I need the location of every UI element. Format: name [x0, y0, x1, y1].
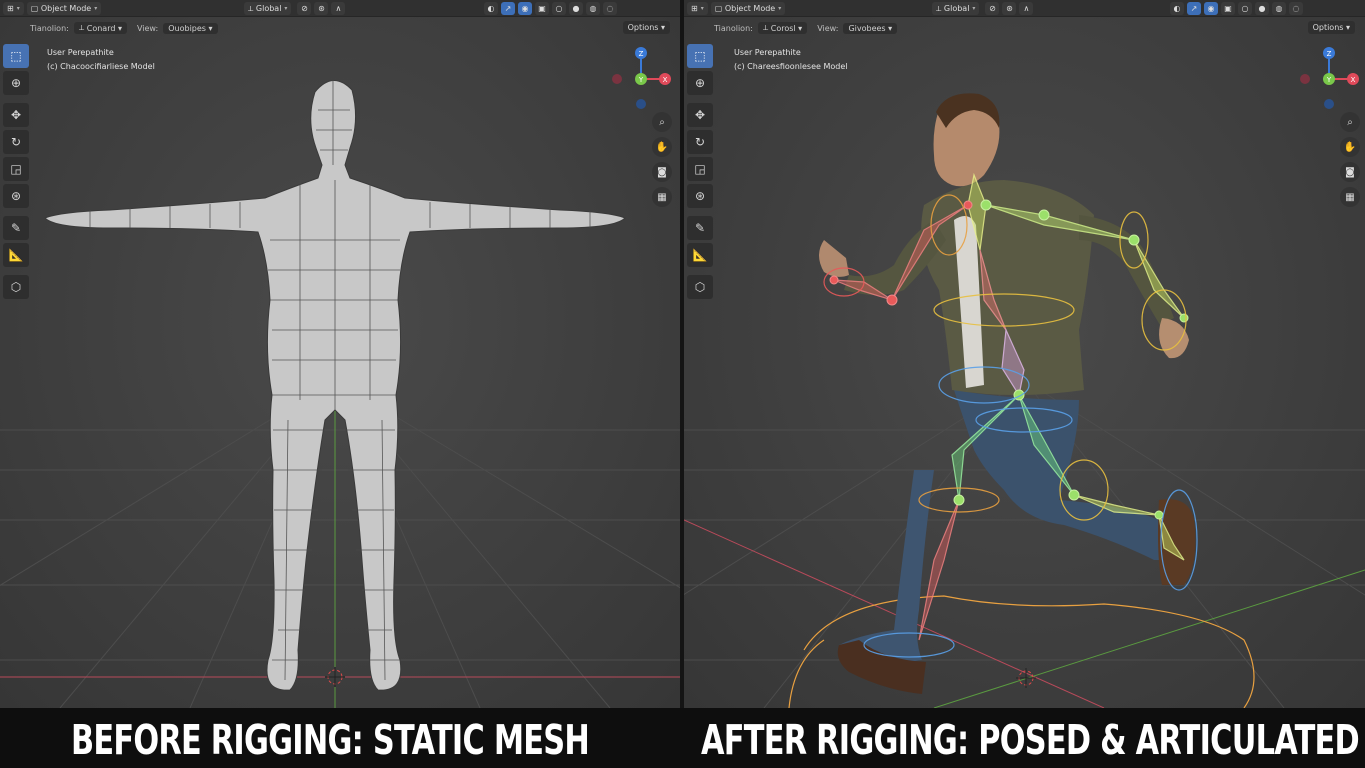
editor-type-icon: ⊞ — [691, 3, 698, 13]
mode-icon: ▢ — [30, 3, 39, 13]
pivot-icon[interactable]: ⊘ — [297, 2, 312, 15]
gizmo-x-label: X — [1351, 76, 1356, 84]
select-box-tool-icon[interactable]: ⬚ — [3, 44, 29, 68]
tool-settings-left: Tianolion: ⟂ Conard ▾ View: Ouobipes ▾ — [0, 18, 680, 38]
view-info-right: User Perepathite (c) Chareesfioonlesee M… — [734, 48, 848, 71]
toolbar-left: ⬚ ⊕ ✥ ↻ ◲ ⊛ ✎ 📐 ⬡ — [3, 44, 31, 302]
visibility-icon[interactable]: ◐ — [484, 2, 498, 15]
toolbar-right: ⬚ ⊕ ✥ ↻ ◲ ⊛ ✎ 📐 ⬡ — [687, 44, 715, 302]
measure-tool-icon[interactable]: 📐 — [3, 243, 29, 267]
gizmo-neg-z[interactable] — [636, 99, 646, 109]
zoom-icon[interactable]: ⌕ — [1340, 112, 1360, 132]
rotate-tool-icon[interactable]: ↻ — [3, 130, 29, 154]
camera-view-icon[interactable]: ◙ — [1340, 162, 1360, 182]
transform-tool-icon[interactable]: ⊛ — [687, 184, 713, 208]
view-field[interactable]: Givobees ▾ — [843, 22, 898, 34]
gizmo-neg-x[interactable] — [612, 74, 622, 84]
move-tool-icon[interactable]: ✥ — [687, 103, 713, 127]
navigation-gizmo-left[interactable]: Z X Y — [606, 44, 676, 114]
transform-orientation-select[interactable]: ⟂ Global ▾ — [244, 2, 292, 15]
gizmo-toggle-icon[interactable]: ↗ — [501, 2, 515, 15]
cursor-tool-icon[interactable]: ⊕ — [3, 71, 29, 95]
view-field[interactable]: Ouobipes ▾ — [163, 22, 218, 34]
caption-after: AFTER RIGGING: POSED & ARTICULATED — [701, 716, 1360, 764]
view-info-left: User Perepathite (c) Chacoocifiarliese M… — [47, 48, 155, 71]
proportional-edit-icon[interactable]: ∧ — [1019, 2, 1034, 15]
orientation-field[interactable]: ⟂ Corosl ▾ — [757, 22, 808, 34]
gizmo-neg-z[interactable] — [1324, 99, 1334, 109]
overlay-toggle-icon[interactable]: ◉ — [518, 2, 532, 15]
shading-rendered-icon[interactable]: ◌ — [1289, 2, 1303, 15]
viewport-left[interactable]: ⊞ ▾ ▢ Object Mode ▾ ⟂ Global ▾ ⊘ ⊛ ∧ ◐ ↗ ◉ … — [0, 0, 680, 708]
camera-view-icon[interactable]: ◙ — [652, 162, 672, 182]
gizmo-y-label: Y — [638, 76, 644, 84]
measure-tool-icon[interactable]: 📐 — [687, 243, 713, 267]
scene-right — [684, 93, 1365, 708]
shading-solid-icon[interactable]: ● — [569, 2, 583, 15]
transform-orientation-select[interactable]: ⟂ Global ▾ — [932, 2, 980, 15]
shading-solid-icon[interactable]: ● — [1255, 2, 1269, 15]
shading-wire-icon[interactable]: ○ — [1238, 2, 1252, 15]
gizmo-z-label: Z — [639, 50, 644, 58]
visibility-icon[interactable]: ◐ — [1170, 2, 1184, 15]
gizmo-x-label: X — [663, 76, 668, 84]
shading-material-icon[interactable]: ◍ — [1272, 2, 1286, 15]
zoom-icon[interactable]: ⌕ — [652, 112, 672, 132]
xray-icon[interactable]: ▣ — [535, 2, 549, 15]
orientation-field-icon: ⟂ — [78, 23, 85, 32]
mode-icon: ▢ — [714, 3, 723, 13]
navigation-buttons-left: ⌕ ✋ ◙ ▦ — [652, 112, 672, 212]
orientation-field[interactable]: ⟂ Conard ▾ — [73, 22, 127, 34]
scale-tool-icon[interactable]: ◲ — [687, 157, 713, 181]
move-tool-icon[interactable]: ✥ — [3, 103, 29, 127]
add-cube-tool-icon[interactable]: ⬡ — [687, 275, 713, 299]
gizmo-y-label: Y — [1326, 76, 1332, 84]
gizmo-z-label: Z — [1327, 50, 1332, 58]
gizmo-neg-x[interactable] — [1300, 74, 1310, 84]
perspective-grid-icon[interactable]: ▦ — [652, 187, 672, 207]
shading-material-icon[interactable]: ◍ — [586, 2, 600, 15]
shading-wire-icon[interactable]: ○ — [552, 2, 566, 15]
scene-left-grid — [0, 80, 680, 708]
tool-settings-right: Tianolion: ⟂ Corosl ▾ View: Givobees ▾ — [684, 18, 1365, 38]
3d-cursor-left — [325, 667, 345, 687]
3d-cursor-right — [1016, 668, 1036, 688]
mode-select[interactable]: ▢ Object Mode ▾ — [26, 1, 102, 15]
mode-select[interactable]: ▢ Object Mode ▾ — [710, 1, 786, 15]
orientation-icon: ⟂ — [936, 3, 942, 13]
pan-hand-icon[interactable]: ✋ — [652, 137, 672, 157]
annotate-tool-icon[interactable]: ✎ — [687, 216, 713, 240]
cursor-tool-icon[interactable]: ⊕ — [687, 71, 713, 95]
add-cube-tool-icon[interactable]: ⬡ — [3, 275, 29, 299]
orientation-field-icon: ⟂ — [762, 23, 769, 32]
annotate-tool-icon[interactable]: ✎ — [3, 216, 29, 240]
shading-rendered-icon[interactable]: ◌ — [603, 2, 617, 15]
proportional-edit-icon[interactable]: ∧ — [331, 2, 346, 15]
editor-type-button[interactable]: ⊞ ▾ — [3, 1, 24, 15]
perspective-grid-icon[interactable]: ▦ — [1340, 187, 1360, 207]
caption-before: BEFORE RIGGING: STATIC MESH — [70, 716, 590, 764]
scale-tool-icon[interactable]: ◲ — [3, 157, 29, 181]
orientation-icon: ⟂ — [248, 3, 254, 13]
options-button[interactable]: Options ▾ — [622, 21, 670, 34]
snap-icon[interactable]: ⊛ — [314, 2, 329, 15]
pivot-icon[interactable]: ⊘ — [985, 2, 1000, 15]
rotate-tool-icon[interactable]: ↻ — [687, 130, 713, 154]
viewport-header-right: ⊞ ▾ ▢ Object Mode ▾ ⟂ Global ▾ ⊘ ⊛ ∧ ◐ ↗ ◉ … — [684, 0, 1365, 17]
pan-hand-icon[interactable]: ✋ — [1340, 137, 1360, 157]
gizmo-toggle-icon[interactable]: ↗ — [1187, 2, 1201, 15]
options-button[interactable]: Options ▾ — [1307, 21, 1355, 34]
navigation-buttons-right: ⌕ ✋ ◙ ▦ — [1340, 112, 1360, 212]
editor-type-button[interactable]: ⊞ ▾ — [687, 1, 708, 15]
viewport-right[interactable]: ⊞ ▾ ▢ Object Mode ▾ ⟂ Global ▾ ⊘ ⊛ ∧ ◐ ↗ ◉ … — [684, 0, 1365, 708]
xray-icon[interactable]: ▣ — [1221, 2, 1235, 15]
navigation-gizmo-right[interactable]: Z X Y — [1294, 44, 1364, 114]
overlay-toggle-icon[interactable]: ◉ — [1204, 2, 1218, 15]
transform-tool-icon[interactable]: ⊛ — [3, 184, 29, 208]
snap-icon[interactable]: ⊛ — [1002, 2, 1017, 15]
editor-type-icon: ⊞ — [7, 3, 14, 13]
select-box-tool-icon[interactable]: ⬚ — [687, 44, 713, 68]
viewport-header-left: ⊞ ▾ ▢ Object Mode ▾ ⟂ Global ▾ ⊘ ⊛ ∧ ◐ ↗ ◉ … — [0, 0, 680, 17]
